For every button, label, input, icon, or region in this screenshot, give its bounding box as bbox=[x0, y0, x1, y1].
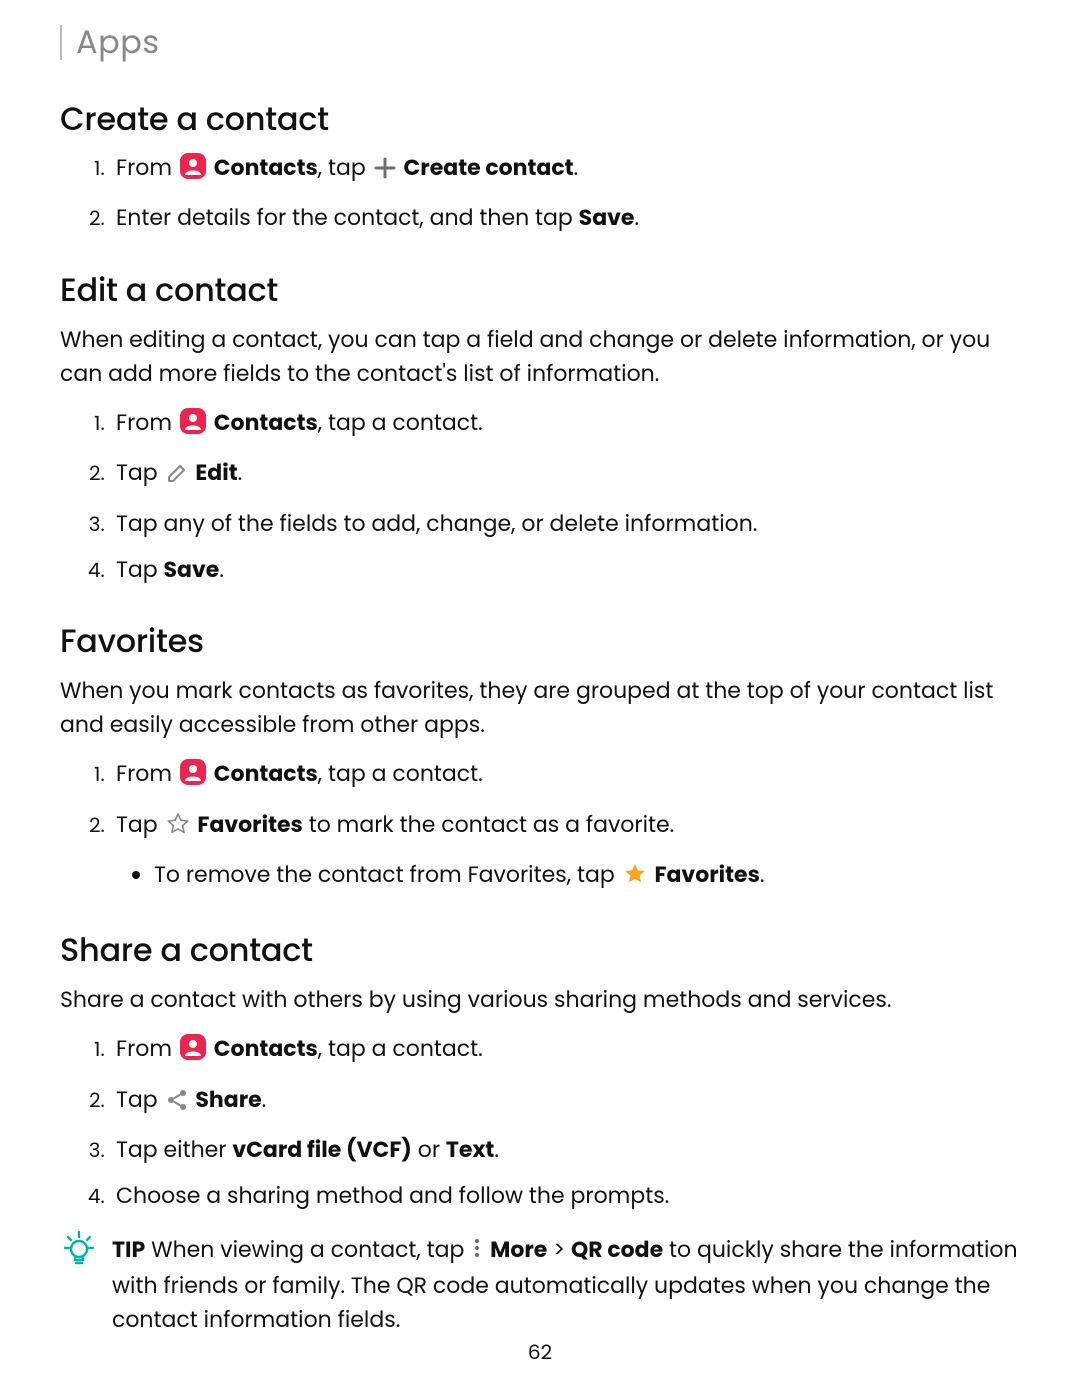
tip-box: TIP When viewing a contact, tap More > Q… bbox=[60, 1233, 1020, 1337]
pencil-icon bbox=[166, 459, 188, 495]
contacts-icon bbox=[180, 408, 206, 445]
edit-lead: When editing a contact, you can tap a fi… bbox=[60, 323, 1020, 391]
favorites-steps: From Contacts, tap a contact. Tap Favori… bbox=[60, 756, 1020, 897]
txt: Tap either bbox=[116, 1134, 232, 1165]
create-step-1: From Contacts, tap Create contact. bbox=[110, 150, 1020, 190]
lightbulb-icon bbox=[60, 1229, 98, 1277]
edit-step-1: From Contacts, tap a contact. bbox=[110, 405, 1020, 445]
txt: Tap bbox=[116, 809, 164, 840]
txt: . bbox=[238, 457, 243, 488]
fav-substep-1: To remove the contact from Favorites, ta… bbox=[154, 857, 1020, 897]
edit-label: Edit bbox=[195, 457, 237, 488]
contacts-icon bbox=[180, 153, 206, 190]
save-label: Save bbox=[164, 554, 220, 585]
fav-step-1: From Contacts, tap a contact. bbox=[110, 756, 1020, 796]
section-title-create: Create a contact bbox=[60, 96, 1020, 144]
txt: . bbox=[262, 1084, 267, 1115]
share-step-2: Tap Share. bbox=[110, 1082, 1020, 1122]
txt: . bbox=[634, 202, 639, 233]
share-step-1: From Contacts, tap a contact. bbox=[110, 1031, 1020, 1071]
share-step-4: Choose a sharing method and follow the p… bbox=[110, 1178, 1020, 1214]
txt: When viewing a contact, tap bbox=[145, 1234, 470, 1265]
more-label: More bbox=[490, 1234, 547, 1265]
qr-label: QR code bbox=[571, 1234, 663, 1265]
txt: , tap a contact. bbox=[318, 407, 483, 438]
create-contact-label: Create contact bbox=[404, 152, 574, 183]
share-icon bbox=[166, 1086, 188, 1122]
favorites-lead: When you mark contacts as favorites, the… bbox=[60, 674, 1020, 742]
txt: to mark the contact as a favorite. bbox=[303, 809, 674, 840]
txt: , tap bbox=[318, 152, 372, 183]
edit-step-3: Tap any of the fields to add, change, or… bbox=[110, 506, 1020, 542]
contacts-icon bbox=[180, 1034, 206, 1071]
page-number: 62 bbox=[0, 1337, 1080, 1367]
edit-step-2: Tap Edit. bbox=[110, 455, 1020, 495]
favorites-label: Favorites bbox=[197, 809, 302, 840]
contacts-label: Contacts bbox=[214, 758, 318, 789]
contacts-icon bbox=[180, 759, 206, 796]
tip-label: TIP bbox=[112, 1234, 145, 1265]
txt: . bbox=[219, 554, 224, 585]
create-step-2: Enter details for the contact, and then … bbox=[110, 200, 1020, 236]
txt: or bbox=[412, 1134, 446, 1165]
share-steps: From Contacts, tap a contact. Tap Share.… bbox=[60, 1031, 1020, 1214]
txt: . bbox=[760, 859, 765, 890]
section-title-favorites: Favorites bbox=[60, 618, 1020, 666]
txt: To remove the contact from Favorites, ta… bbox=[154, 859, 621, 890]
page: Apps Create a contact From Contacts, tap… bbox=[0, 0, 1080, 1397]
tip-text: TIP When viewing a contact, tap More > Q… bbox=[112, 1233, 1020, 1337]
contacts-label: Contacts bbox=[214, 152, 318, 183]
txt: . bbox=[494, 1134, 499, 1165]
txt: Tap bbox=[116, 1084, 164, 1115]
favorites-label: Favorites bbox=[654, 859, 759, 890]
txt: From bbox=[116, 1033, 178, 1064]
fav-step-2: Tap Favorites to mark the contact as a f… bbox=[110, 807, 1020, 898]
fav-substeps: To remove the contact from Favorites, ta… bbox=[140, 857, 1020, 897]
txt: > bbox=[547, 1234, 571, 1265]
more-icon bbox=[472, 1235, 482, 1269]
header-tab: Apps bbox=[60, 25, 1020, 60]
txt: , tap a contact. bbox=[318, 758, 483, 789]
txt: , tap a contact. bbox=[318, 1033, 483, 1064]
contacts-label: Contacts bbox=[214, 407, 318, 438]
edit-steps: From Contacts, tap a contact. Tap Edit. … bbox=[60, 405, 1020, 588]
section-title-share: Share a contact bbox=[60, 927, 1020, 975]
share-lead: Share a contact with others by using var… bbox=[60, 983, 1020, 1017]
edit-step-4: Tap Save. bbox=[110, 552, 1020, 588]
vcf-label: vCard file (VCF) bbox=[232, 1134, 411, 1165]
txt: Tap bbox=[116, 457, 164, 488]
text-label: Text bbox=[446, 1134, 494, 1165]
txt: . bbox=[574, 152, 579, 183]
create-steps: From Contacts, tap Create contact. Enter… bbox=[60, 150, 1020, 237]
star-filled-icon bbox=[623, 861, 647, 897]
share-step-3: Tap either vCard file (VCF) or Text. bbox=[110, 1132, 1020, 1168]
txt: From bbox=[116, 407, 178, 438]
plus-icon bbox=[374, 154, 396, 190]
txt: From bbox=[116, 758, 178, 789]
contacts-label: Contacts bbox=[214, 1033, 318, 1064]
txt: From bbox=[116, 152, 178, 183]
txt: Enter details for the contact, and then … bbox=[116, 202, 579, 233]
section-title-edit: Edit a contact bbox=[60, 267, 1020, 315]
save-label: Save bbox=[579, 202, 635, 233]
txt: Tap bbox=[116, 554, 164, 585]
share-label: Share bbox=[195, 1084, 261, 1115]
star-outline-icon bbox=[166, 811, 190, 847]
